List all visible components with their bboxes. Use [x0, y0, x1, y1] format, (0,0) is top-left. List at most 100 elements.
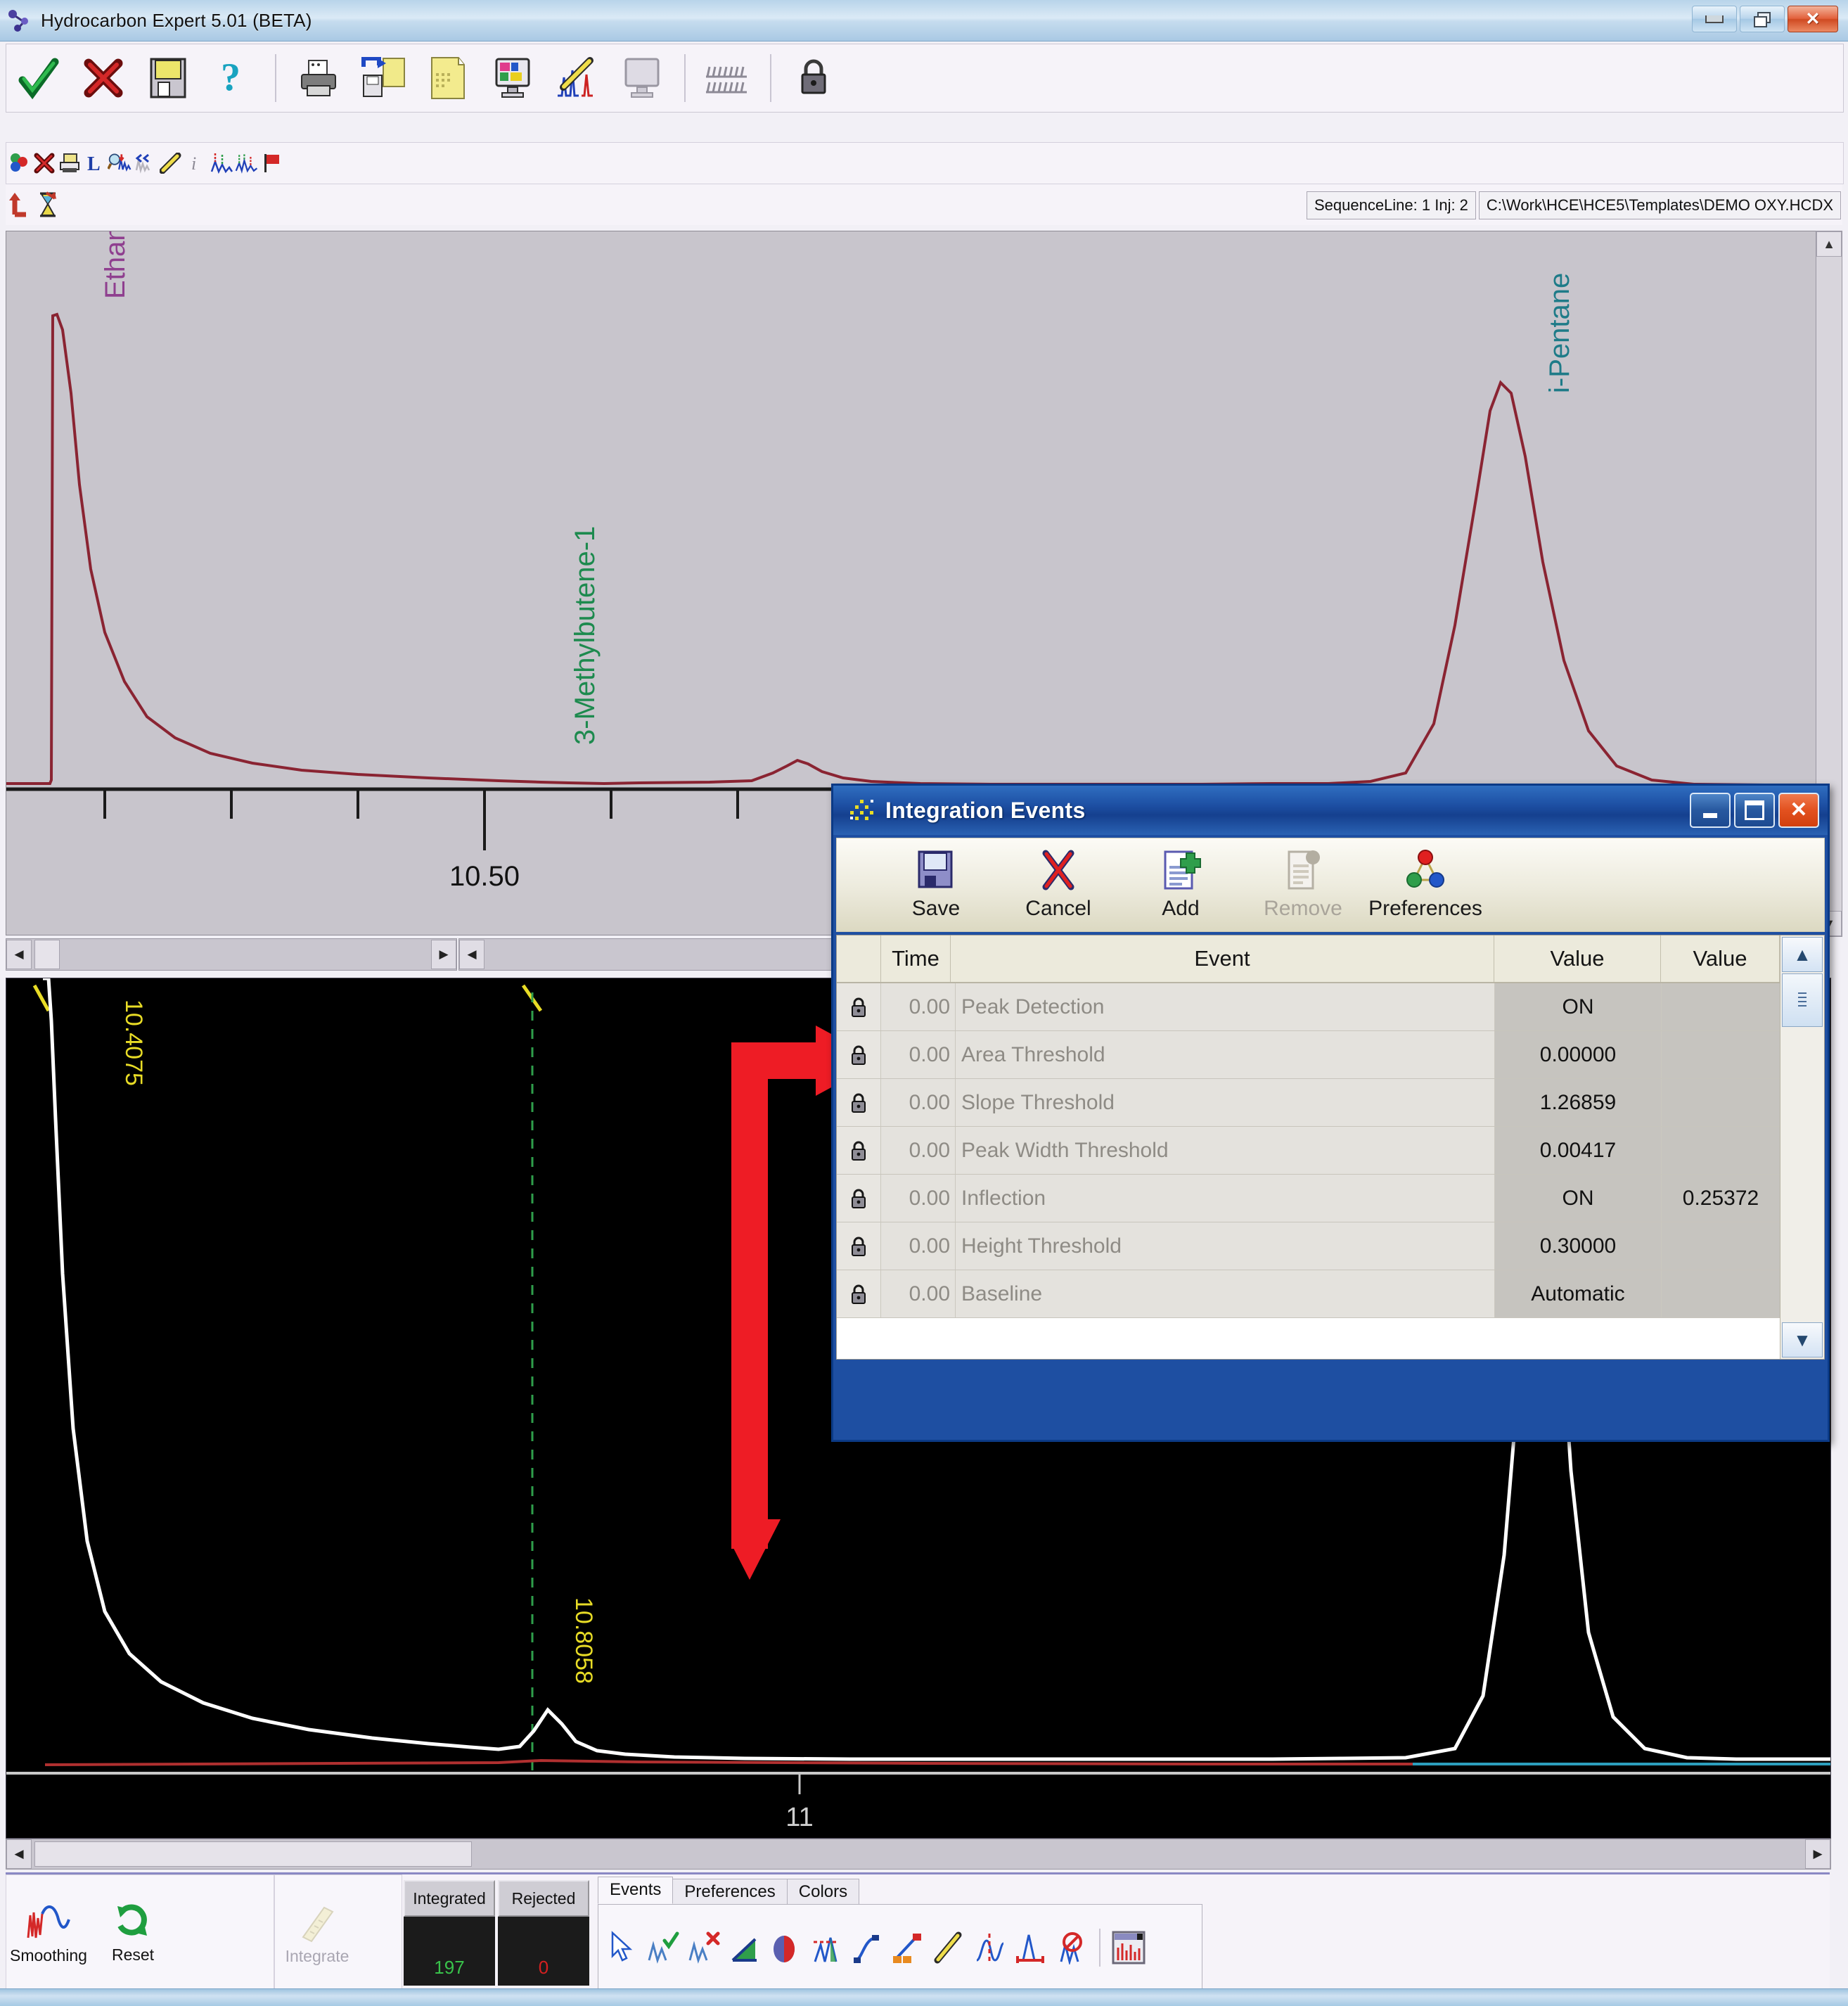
integration-events-table[interactable]: Time Event Value Value 0.00Peak Detectio…	[836, 935, 1825, 1360]
table-scroll-thumb[interactable]	[1782, 973, 1823, 1027]
colors-icon[interactable]	[6, 148, 32, 179]
dialog-minimize-button[interactable]	[1690, 793, 1731, 828]
table-scroll-down-button[interactable]: ▼	[1782, 1322, 1823, 1357]
hscroll-left[interactable]: ◀ ▶	[6, 938, 457, 971]
peak-marks-red-icon[interactable]	[209, 148, 234, 179]
flag-icon[interactable]	[259, 148, 285, 179]
cell-value1[interactable]: ON	[1495, 1175, 1662, 1222]
minimize-button[interactable]	[1692, 6, 1737, 32]
baseline-icon[interactable]	[1010, 1920, 1050, 1975]
table-row[interactable]: 0.00Peak DetectionON	[837, 983, 1780, 1031]
cell-value1[interactable]: 0.00417	[1495, 1127, 1662, 1174]
accept-peak-icon[interactable]	[643, 1920, 683, 1975]
table-row[interactable]: 0.00BaselineAutomatic	[837, 1270, 1780, 1318]
reset-button[interactable]: Reset	[91, 1875, 175, 1991]
upload-icon[interactable]	[6, 188, 34, 222]
chromatogram-edit-button[interactable]	[545, 48, 610, 108]
hscroll-right-arrow-left[interactable]: ◀	[459, 940, 485, 969]
cell-value1[interactable]: 0.00000	[1495, 1031, 1662, 1078]
tangent-icon[interactable]	[888, 1920, 928, 1975]
report-button[interactable]	[416, 48, 480, 108]
bottom-hscroll-right-arrow[interactable]: ▶	[1805, 1839, 1830, 1869]
lock-icon[interactable]	[837, 1031, 881, 1078]
save-button[interactable]: Save	[875, 849, 997, 921]
bottom-hscroll-left-arrow[interactable]: ◀	[6, 1839, 32, 1869]
cell-value2[interactable]	[1662, 1270, 1780, 1317]
reject-peak-icon[interactable]	[684, 1920, 724, 1975]
no-integration-icon[interactable]	[1051, 1920, 1091, 1975]
info-icon[interactable]: i	[184, 148, 209, 179]
cell-value2[interactable]	[1662, 1222, 1780, 1270]
bottom-chart-horizontal-scrollbar[interactable]: ◀ ▶	[6, 1839, 1831, 1870]
cell-value2[interactable]: 0.25372	[1662, 1175, 1780, 1222]
cell-value1[interactable]: 1.26859	[1495, 1079, 1662, 1126]
lock-icon[interactable]	[837, 983, 881, 1030]
table-row[interactable]: 0.00Area Threshold0.00000	[837, 1031, 1780, 1079]
peak-marks-green-icon[interactable]	[234, 148, 259, 179]
tab-events[interactable]: Events	[598, 1877, 673, 1904]
hscroll-left-arrow-right[interactable]: ▶	[431, 940, 456, 969]
cell-value2[interactable]	[1662, 1079, 1780, 1126]
lock-icon[interactable]	[837, 1127, 881, 1174]
hscroll-left-arrow[interactable]: ◀	[6, 940, 32, 969]
lock-icon[interactable]	[837, 1270, 881, 1317]
table-row[interactable]: 0.00Peak Width Threshold0.00417	[837, 1127, 1780, 1175]
accept-button[interactable]	[6, 48, 71, 108]
bottom-hscroll-thumb[interactable]	[34, 1841, 472, 1867]
delete-icon[interactable]	[32, 148, 57, 179]
export-button[interactable]	[351, 48, 416, 108]
integrate-button[interactable]: Integrate	[275, 1875, 359, 1991]
cell-value2[interactable]	[1662, 1127, 1780, 1174]
display-button[interactable]	[480, 48, 545, 108]
table-row[interactable]: 0.00Height Threshold0.30000	[837, 1222, 1780, 1270]
monitor-button[interactable]	[610, 48, 674, 108]
hscroll-left-thumb[interactable]	[34, 940, 60, 969]
ruler-icon[interactable]	[158, 148, 184, 179]
cell-value1[interactable]: ON	[1495, 983, 1662, 1030]
close-button[interactable]: ✕	[1788, 6, 1838, 32]
table-scroll-up-button[interactable]: ▲	[1782, 937, 1823, 972]
lock-icon[interactable]	[837, 1079, 881, 1126]
print-button[interactable]	[286, 48, 351, 108]
windows-taskbar[interactable]	[0, 1988, 1848, 2006]
integration-events-dialog[interactable]: Integration Events ✕ Sa	[831, 784, 1830, 1442]
split-peak-icon[interactable]	[970, 1920, 1009, 1975]
library-icon[interactable]: L	[82, 148, 108, 179]
table-row[interactable]: 0.00Slope Threshold1.26859	[837, 1079, 1780, 1127]
cell-time: 0.00	[881, 1079, 956, 1126]
lock-button[interactable]	[781, 48, 846, 108]
cancel-button[interactable]: Cancel	[997, 849, 1119, 921]
tab-preferences[interactable]: Preferences	[672, 1879, 787, 1904]
smoothing-button[interactable]: Smoothing	[6, 1875, 91, 1991]
rewind-peaks-icon[interactable]	[133, 148, 158, 179]
cell-value2[interactable]	[1662, 1031, 1780, 1078]
dialog-close-button[interactable]: ✕	[1778, 793, 1819, 828]
tab-colors[interactable]: Colors	[787, 1879, 859, 1904]
pointer-icon[interactable]	[603, 1920, 642, 1975]
lock-icon[interactable]	[837, 1222, 881, 1270]
peak-width-icon[interactable]	[807, 1920, 846, 1975]
cell-value1[interactable]: 0.30000	[1495, 1222, 1662, 1270]
dialog-maximize-button[interactable]	[1734, 793, 1775, 828]
spectrum-view-icon[interactable]	[1109, 1920, 1148, 1975]
table-row[interactable]: 0.00InflectionON0.25372	[837, 1175, 1780, 1222]
scroll-up-arrow[interactable]: ▲	[1816, 231, 1842, 257]
manual-edit-icon[interactable]	[929, 1920, 968, 1975]
print-small-icon[interactable]	[57, 148, 82, 179]
area-icon[interactable]	[766, 1920, 805, 1975]
preferences-button[interactable]: Preferences	[1364, 849, 1487, 921]
cell-value2[interactable]	[1662, 983, 1780, 1030]
valley-icon[interactable]	[847, 1920, 887, 1975]
cell-value1[interactable]: Automatic	[1495, 1270, 1662, 1317]
table-vertical-scrollbar[interactable]: ▲ ▼	[1780, 935, 1824, 1359]
zoom-peak-icon[interactable]	[108, 148, 133, 179]
hourglass-icon[interactable]	[34, 188, 62, 222]
help-button[interactable]: ?	[200, 48, 265, 108]
add-button[interactable]: Add	[1119, 849, 1242, 921]
save-button[interactable]	[136, 48, 200, 108]
slope-icon[interactable]	[725, 1920, 764, 1975]
reject-button[interactable]	[71, 48, 136, 108]
lock-icon[interactable]	[837, 1175, 881, 1222]
signal-button[interactable]	[695, 48, 760, 108]
restore-button[interactable]	[1740, 6, 1785, 32]
